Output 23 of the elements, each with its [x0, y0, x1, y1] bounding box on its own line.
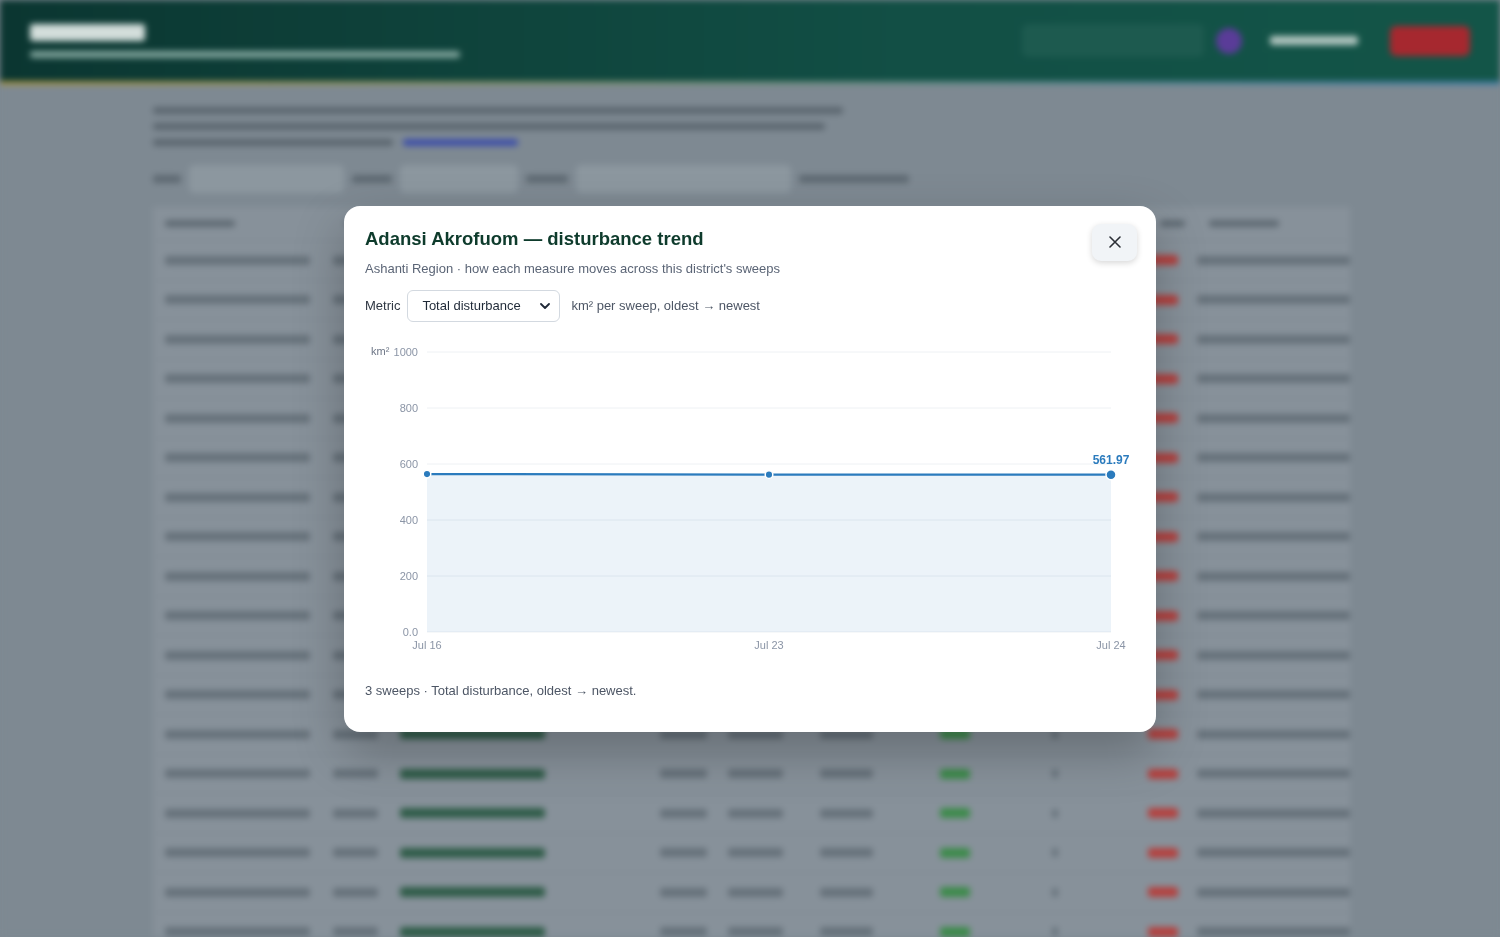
metric-select[interactable]: Total disturbance	[407, 289, 561, 322]
x-tick-label: Jul 24	[1096, 638, 1126, 651]
x-tick-label: Jul 23	[754, 638, 784, 651]
dialog-subtitle: Ashanti Region · how each measure moves across this district's sweeps	[365, 259, 781, 278]
metric-label: Metric	[365, 298, 401, 313]
data-point	[1105, 468, 1117, 480]
y-tick-label: 600	[399, 457, 418, 470]
metric-note: km² per sweep, oldest → newest	[571, 298, 760, 313]
y-tick-label: 1000	[393, 345, 418, 358]
y-tick-label: 200	[399, 569, 418, 582]
x-tick-label: Jul 16	[412, 638, 442, 651]
y-unit-label: km²	[371, 344, 390, 357]
dialog-title: Adansi Akrofuom — disturbance trend	[365, 226, 705, 251]
y-tick-label: 400	[399, 513, 418, 526]
data-point	[764, 469, 774, 479]
y-tick-label: 800	[399, 401, 418, 414]
y-tick-label: 0.0	[402, 625, 418, 638]
chevron-down-icon	[540, 302, 551, 309]
data-point	[422, 469, 432, 479]
value-label: 561.97	[1092, 452, 1130, 467]
chart-summary: 3 sweeps · Total disturbance, oldest → newest.	[365, 681, 638, 700]
close-button[interactable]	[1092, 223, 1137, 261]
close-icon	[1108, 236, 1121, 248]
